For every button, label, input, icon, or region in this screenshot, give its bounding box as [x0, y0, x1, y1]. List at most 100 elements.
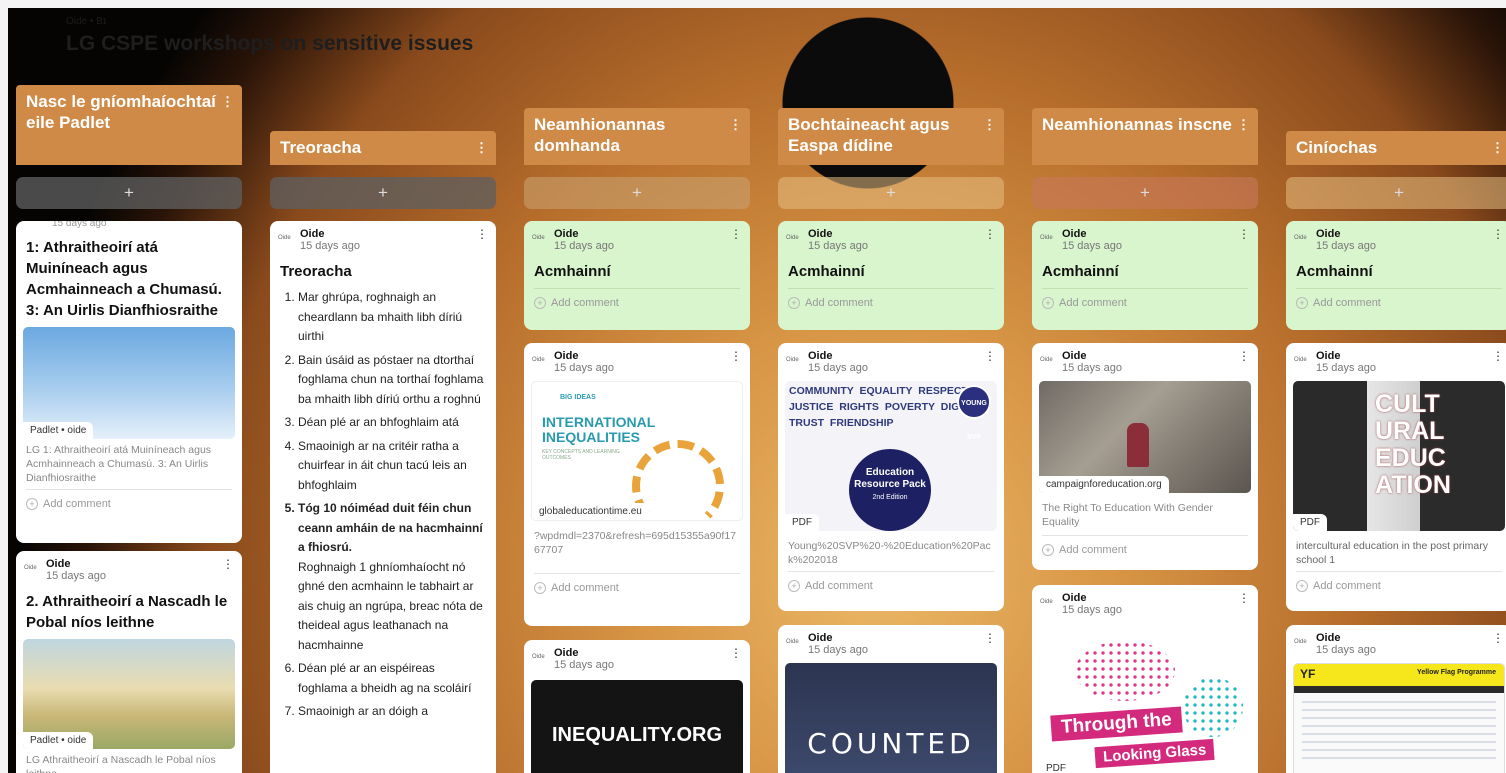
post-author: Oide	[554, 647, 579, 659]
plus-icon: +	[534, 582, 546, 594]
post-card[interactable]: Oide Oide 15 days ago ⋮ YF Yellow Flag P…	[1286, 625, 1506, 773]
post-title: Acmhainní	[1296, 263, 1373, 280]
post-menu-icon[interactable]: ⋮	[1492, 631, 1504, 645]
post-menu-icon[interactable]: ⋮	[1238, 591, 1250, 605]
author-avatar: Oide	[1294, 235, 1307, 241]
column-title: Ciníochas	[1296, 138, 1378, 157]
post-author: Oide	[300, 228, 325, 240]
add-post-button[interactable]: +	[270, 177, 496, 209]
column-menu-icon[interactable]: ⋮	[1491, 137, 1504, 158]
post-card[interactable]: Oide Oide 15 days ago ⋮ COUNTED	[778, 625, 1004, 773]
post-author: Oide	[808, 228, 833, 240]
post-menu-icon[interactable]: ⋮	[984, 349, 996, 363]
post-time: 15 days ago	[1062, 604, 1122, 616]
post-menu-icon[interactable]: ⋮	[730, 349, 742, 363]
plus-icon: +	[788, 297, 800, 309]
big-ideas-logo: BIG IDEAS	[560, 394, 596, 401]
add-post-button[interactable]: +	[1032, 177, 1258, 209]
add-post-button[interactable]: +	[1286, 177, 1506, 209]
post-card[interactable]: Oide Oide 15 days ago ⋮ 2. Athraitheoirí…	[16, 551, 242, 773]
post-card[interactable]: Oide Oide 15 days ago ⋮ COMMUNITY EQUALI…	[778, 343, 1004, 611]
author-avatar: Oide	[786, 235, 799, 241]
column-menu-icon[interactable]: ⋮	[729, 114, 742, 135]
column-header[interactable]: Treoracha ⋮	[270, 131, 496, 165]
add-comment-button[interactable]: + Add comment	[1042, 288, 1248, 318]
column-title: Bochtaineacht agus Easpa dídine	[788, 115, 950, 155]
instruction-step: Smaoinigh ar na critéir ratha a chuirfea…	[298, 437, 484, 496]
add-comment-button[interactable]: + Add comment	[788, 288, 994, 318]
cover-title: CULTURAL EDUCATION	[1375, 390, 1451, 499]
post-title: Acmhainní	[534, 263, 611, 280]
author-avatar: Oide	[1040, 599, 1053, 605]
post-menu-icon[interactable]: ⋮	[1492, 349, 1504, 363]
post-menu-icon[interactable]: ⋮	[1238, 349, 1250, 363]
post-menu-icon[interactable]: ⋮	[984, 631, 996, 645]
author-avatar: Oide	[786, 639, 799, 645]
plus-icon: +	[1296, 580, 1308, 592]
author-avatar: Oide	[1294, 639, 1307, 645]
word-cloud-image: COMMUNITY EQUALITY RESPECT JUSTICE RIGHT…	[785, 381, 997, 531]
page-nav-bar	[1294, 686, 1504, 693]
post-card[interactable]: Oide Oide 15 days ago ⋮ BIG IDEAS INTERN…	[524, 343, 750, 626]
column-header[interactable]: Bochtaineacht agus Easpa dídine ⋮	[778, 108, 1004, 165]
add-comment-label: Add comment	[43, 498, 111, 510]
column-header[interactable]: Neamhionannas domhanda ⋮	[524, 108, 750, 165]
add-comment-button[interactable]: + Add comment	[1042, 535, 1248, 565]
post-author: Oide	[46, 558, 71, 570]
add-comment-button[interactable]: + Add comment	[534, 573, 740, 603]
post-menu-icon[interactable]: ⋮	[730, 227, 742, 241]
post-card[interactable]: Oide Oide 15 days ago ⋮ campaignforeduca…	[1032, 343, 1258, 570]
post-time: 15 days ago	[1062, 240, 1122, 252]
author-avatar: Oide	[24, 565, 37, 571]
add-comment-label: Add comment	[551, 582, 619, 594]
post-title: Acmhainní	[1042, 263, 1119, 280]
add-comment-button[interactable]: + Add comment	[788, 571, 994, 601]
banner-line-2: Looking Glass	[1094, 738, 1215, 769]
post-card[interactable]: Oide Oide 15 days ago ⋮ Through the Look…	[1032, 585, 1258, 773]
post-menu-icon[interactable]: ⋮	[984, 227, 996, 241]
post-card[interactable]: Oide Oide 15 days ago ⋮ Treoracha Mar gh…	[270, 221, 496, 773]
column-header[interactable]: Ciníochas ⋮	[1286, 131, 1506, 165]
instruction-list: Mar ghrúpa, roghnaigh an cheardlann ba m…	[298, 288, 484, 722]
post-card[interactable]: Oide Oide 15 days ago ⋮ Acmhainní + Add c…	[1286, 221, 1506, 330]
board-brand: Oide • Bɪ	[66, 16, 107, 27]
column-menu-icon[interactable]: ⋮	[475, 137, 488, 158]
post-author: Oide	[808, 350, 833, 362]
step-bold-text: Tóg 10 nóiméad duit féin chun ceann amhá…	[298, 501, 483, 554]
post-header: Oide Oide 15 days ago ⋮	[270, 221, 496, 255]
post-card[interactable]: Oide Oide 15 days ago ⋮ Acmhainní + Add c…	[524, 221, 750, 330]
instruction-step: Bain úsáid as póstaer na dtorthaí foghla…	[298, 351, 484, 410]
column-title: Neamhionannas inscne	[1042, 115, 1232, 134]
post-menu-icon[interactable]: ⋮	[730, 646, 742, 660]
add-post-button[interactable]: +	[16, 177, 242, 209]
pack-title: Education Resource Pack	[854, 467, 926, 490]
young-svp-badge: YOUNG SVP	[957, 385, 991, 441]
add-comment-button[interactable]: + Add comment	[1296, 571, 1502, 601]
post-card[interactable]: Oide Oide 15 days ago ⋮ INEQUALITY.ORG	[524, 640, 750, 773]
post-time: 15 days ago	[554, 362, 614, 374]
post-description: ?wpdmdl=2370&refresh=695d15355a90f176770…	[534, 530, 736, 556]
post-time: 15 days ago	[1316, 644, 1376, 656]
post-card[interactable]: Oide Oide 15 days ago ⋮ Acmhainní + Add c…	[778, 221, 1004, 330]
add-comment-button[interactable]: + Add comment	[26, 489, 232, 519]
post-menu-icon[interactable]: ⋮	[476, 227, 488, 241]
post-card[interactable]: Oide Oide 15 days ago ⋮ CULTURAL EDUCATI…	[1286, 343, 1506, 611]
column-header[interactable]: Nasc le gníomhaíochtaí eile Padlet ⋮	[16, 85, 242, 165]
add-post-button[interactable]: +	[778, 177, 1004, 209]
post-menu-icon[interactable]: ⋮	[222, 557, 234, 571]
column-menu-icon[interactable]: ⋮	[983, 114, 996, 135]
column-menu-icon[interactable]: ⋮	[221, 91, 234, 112]
add-comment-label: Add comment	[1313, 580, 1381, 592]
instruction-step: Mar ghrúpa, roghnaigh an cheardlann ba m…	[298, 288, 484, 347]
column-menu-icon[interactable]: ⋮	[1237, 114, 1250, 135]
add-post-button[interactable]: +	[524, 177, 750, 209]
post-card[interactable]: Oide Oide 15 days ago ⋮ Acmhainní + Add c…	[1032, 221, 1258, 330]
add-comment-button[interactable]: + Add comment	[534, 288, 740, 318]
add-comment-button[interactable]: + Add comment	[1296, 288, 1502, 318]
post-menu-icon[interactable]: ⋮	[1492, 227, 1504, 241]
plus-icon: +	[1042, 297, 1054, 309]
post-menu-icon[interactable]: ⋮	[1238, 227, 1250, 241]
post-card[interactable]: 15 days ago 1: Athraitheoirí atá Muiníne…	[16, 221, 242, 543]
author-avatar: Oide	[532, 357, 545, 363]
column-header[interactable]: Neamhionannas inscne ⋮	[1032, 108, 1258, 165]
